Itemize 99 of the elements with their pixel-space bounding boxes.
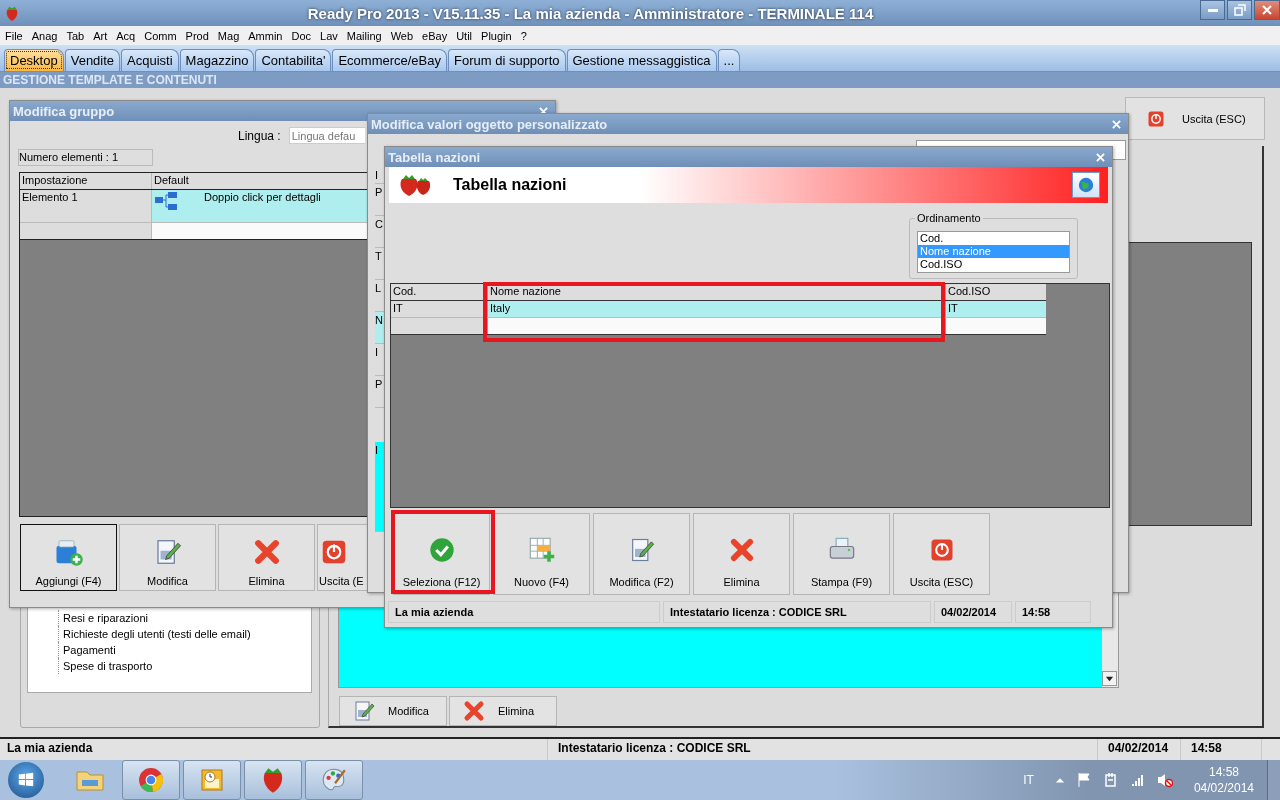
menu-item[interactable]: Art [93,29,108,42]
minimize-button[interactable] [1200,0,1225,20]
maximize-button[interactable] [1227,0,1252,20]
toolbar-button[interactable]: Uscita (ESC) [893,513,990,595]
status-field: Intestatario licenza : CODICE SRL [663,601,931,623]
tab[interactable]: Desktop [4,49,64,71]
close-icon [1261,4,1273,16]
menu-item[interactable]: Lav [320,29,338,42]
taskbar-button[interactable] [305,760,363,800]
restore-icon [1233,4,1246,16]
tree-diagram-icon [154,191,178,211]
browser-icon [138,767,164,793]
menu-item[interactable]: Web [390,29,414,42]
menu-item[interactable]: Anag [31,29,58,42]
taskbar-button[interactable] [244,760,302,800]
column-header[interactable]: Nome nazione [488,284,946,300]
toolbar-button[interactable]: Aggiungi (F4) [20,524,117,591]
menu-item[interactable]: Plugin [481,29,512,42]
show-desktop-button[interactable] [1267,760,1280,800]
toolbar-button[interactable]: Stampa (F9) [793,513,890,595]
status-field: La mia azienda [388,601,660,623]
menu-item[interactable]: File [5,29,23,42]
column-header[interactable]: Cod.ISO [946,284,1046,300]
palette-icon [321,767,347,793]
group-label: Ordinamento [915,212,983,224]
strawberry-icon [261,766,285,794]
taskbar-button[interactable] [183,760,241,800]
dialog-title: Tabella nazioni [388,149,481,165]
close-icon[interactable] [1112,119,1121,129]
power-plug-icon[interactable] [1102,772,1119,788]
count-label: Numero elementi : 1 [18,149,153,166]
tree-item[interactable]: Richieste degli utenti (testi delle email) [58,626,311,642]
clock-date: 04/02/2014 [1193,780,1254,796]
globe-button[interactable] [1072,172,1100,198]
menu-item[interactable]: eBay [422,29,448,42]
start-button[interactable] [8,762,44,798]
status-field: 04/02/2014 [934,601,1012,623]
tab[interactable]: ... [717,49,741,71]
dialog-title: Modifica valori oggetto personalizzato [371,116,608,132]
toolbar-button[interactable]: Seleziona (F12) [393,513,490,595]
table-cell: IT [946,301,1046,317]
flag-icon[interactable] [1075,772,1092,788]
clock-time: 14:58 [1208,764,1239,780]
toolbar-button[interactable]: Elimina [449,696,557,726]
menu-item[interactable]: Mag [217,29,240,42]
menu-item[interactable]: Doc [291,29,312,42]
column-header[interactable]: Cod. [391,284,488,300]
window-title: Ready Pro 2013 - V15.11.35 - La mia azienda - Amministratore - TERMINALE 114 [306,4,875,22]
signal-bars-icon[interactable] [1129,772,1146,788]
tab[interactable]: Gestione messaggistica [566,49,717,71]
minimize-icon [1207,8,1218,12]
menu-item[interactable]: Tab [66,29,85,42]
close-icon[interactable] [539,106,548,116]
toolbar-button[interactable]: Elimina [693,513,790,595]
list-option[interactable]: Cod. [918,232,1069,245]
menu-item[interactable]: Mailing [346,29,382,42]
windows-logo-icon [17,771,35,789]
language-field[interactable]: Lingua defau [288,127,365,144]
toolbar-button[interactable]: Nuovo (F4) [493,513,590,595]
menu-item[interactable]: Acq [116,29,136,42]
tab[interactable]: Magazzino [179,49,255,71]
tab[interactable]: Vendite [64,49,121,71]
tab[interactable]: Acquisti [121,49,179,71]
scroll-down-button[interactable] [1102,671,1117,686]
table-cell: Italy [488,301,946,317]
tab[interactable]: Forum di supporto [448,49,566,71]
field-label: Lingua : [238,128,281,143]
taskbar-button[interactable] [122,760,180,800]
close-icon[interactable] [1096,152,1105,162]
speaker-muted-icon[interactable] [1156,772,1173,788]
clock-envelope-icon [200,768,224,792]
column-header[interactable]: Impostazione [20,173,152,189]
folder-icon [75,768,105,792]
delete-icon [462,699,486,723]
toolbar-button[interactable]: Modifica [119,524,216,591]
section-header: GESTIONE TEMPLATE E CONTENUTI [0,72,1280,88]
dialog-title: Modifica gruppo [13,103,115,119]
close-button[interactable] [1254,0,1280,20]
caret-icon [1105,674,1114,683]
menu-item[interactable]: Util [456,29,473,42]
toolbar-button[interactable]: Elimina [218,524,315,591]
tab[interactable]: Contabilita' [255,49,332,71]
edit-document-icon [352,699,376,723]
tree-item[interactable]: Pagamenti [58,642,311,658]
list-option[interactable]: Cod.ISO [918,258,1069,271]
tree-item[interactable]: Resi e riparazioni [58,610,311,626]
tab[interactable]: Ecommerce/eBay [332,49,447,71]
menu-item[interactable]: Prod [185,29,209,42]
exit-button[interactable]: Uscita (ESC) [1125,97,1265,140]
tree-item[interactable]: Spese di trasporto [58,658,311,674]
globe-icon [1077,176,1095,194]
menu-item[interactable]: ? [520,29,527,42]
menu-item[interactable]: Ammin [248,29,283,42]
menu-item[interactable]: Comm [144,29,177,42]
toolbar-button[interactable]: Modifica (F2) [593,513,690,595]
checkmark-icon [427,536,456,564]
toolbar-button[interactable]: Modifica [339,696,447,726]
grid-add-icon [527,536,556,564]
status-field: 14:58 [1015,601,1091,623]
